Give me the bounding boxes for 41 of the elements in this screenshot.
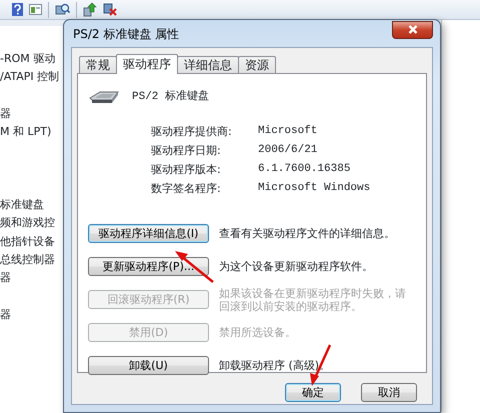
window-icon[interactable]: [29, 4, 42, 15]
tab[interactable]: 驱动程序: [116, 54, 178, 74]
ok-button[interactable]: 确定: [285, 383, 341, 402]
device-name: PS/2 标准键盘: [132, 89, 210, 105]
action-description: 查看有关驱动程序文件的详细信息。: [219, 227, 396, 240]
property-label: 驱动程序版本:: [151, 162, 222, 177]
property-label: 驱动程序提供商:: [151, 124, 233, 139]
tree-item[interactable]: 标准键盘: [0, 198, 44, 212]
property-value: Microsoft Windows: [258, 181, 372, 196]
property-value: Microsoft: [258, 124, 318, 139]
uninstall-icon[interactable]: [103, 2, 118, 17]
property-value: 2006/6/21: [258, 143, 318, 158]
update-driver-icon[interactable]: [83, 2, 97, 17]
action-button[interactable]: 卸载(U): [88, 356, 209, 375]
tree-item[interactable]: M 和 LPT): [0, 124, 52, 138]
action-description: 禁用所选设备。: [219, 326, 297, 339]
tree-item[interactable]: 总线控制器: [0, 253, 55, 266]
tab[interactable]: 常规: [79, 56, 117, 73]
property-label: 数字签名程序:: [151, 181, 222, 196]
tree-item[interactable]: -ROM 驱动: [0, 52, 56, 65]
tree-item[interactable]: 器: [0, 271, 11, 284]
close-icon: [408, 25, 418, 34]
scan-icon[interactable]: [55, 2, 70, 17]
window-title: PS/2 标准键盘 属性: [73, 26, 180, 42]
tree-item[interactable]: 器: [0, 106, 11, 120]
action-description: 为这个设备更新驱动程序软件。: [219, 260, 374, 273]
tree-item[interactable]: 频和游戏控: [0, 216, 55, 230]
action-description: 如果该设备在更新驱动程序时失败，请回滚到以前安装的驱动程序。: [219, 286, 407, 312]
action-button[interactable]: 更新驱动程序(P)...: [88, 257, 209, 276]
property-label: 驱动程序日期:: [151, 143, 222, 158]
tree-item[interactable]: 他指针设备: [0, 234, 55, 248]
property-value: 6.1.7600.16385: [258, 162, 352, 177]
tree-item[interactable]: /ATAPI 控制: [0, 70, 60, 84]
action-button[interactable]: 驱动程序详细信息(I): [88, 224, 209, 243]
cancel-button[interactable]: 取消: [361, 383, 417, 402]
tab[interactable]: 详细信息: [177, 56, 239, 73]
help-icon[interactable]: [12, 3, 23, 16]
close-button[interactable]: [392, 20, 433, 38]
tab[interactable]: 资源: [238, 56, 276, 73]
tree-item[interactable]: 器: [0, 308, 11, 321]
keyboard-icon: [88, 89, 120, 105]
